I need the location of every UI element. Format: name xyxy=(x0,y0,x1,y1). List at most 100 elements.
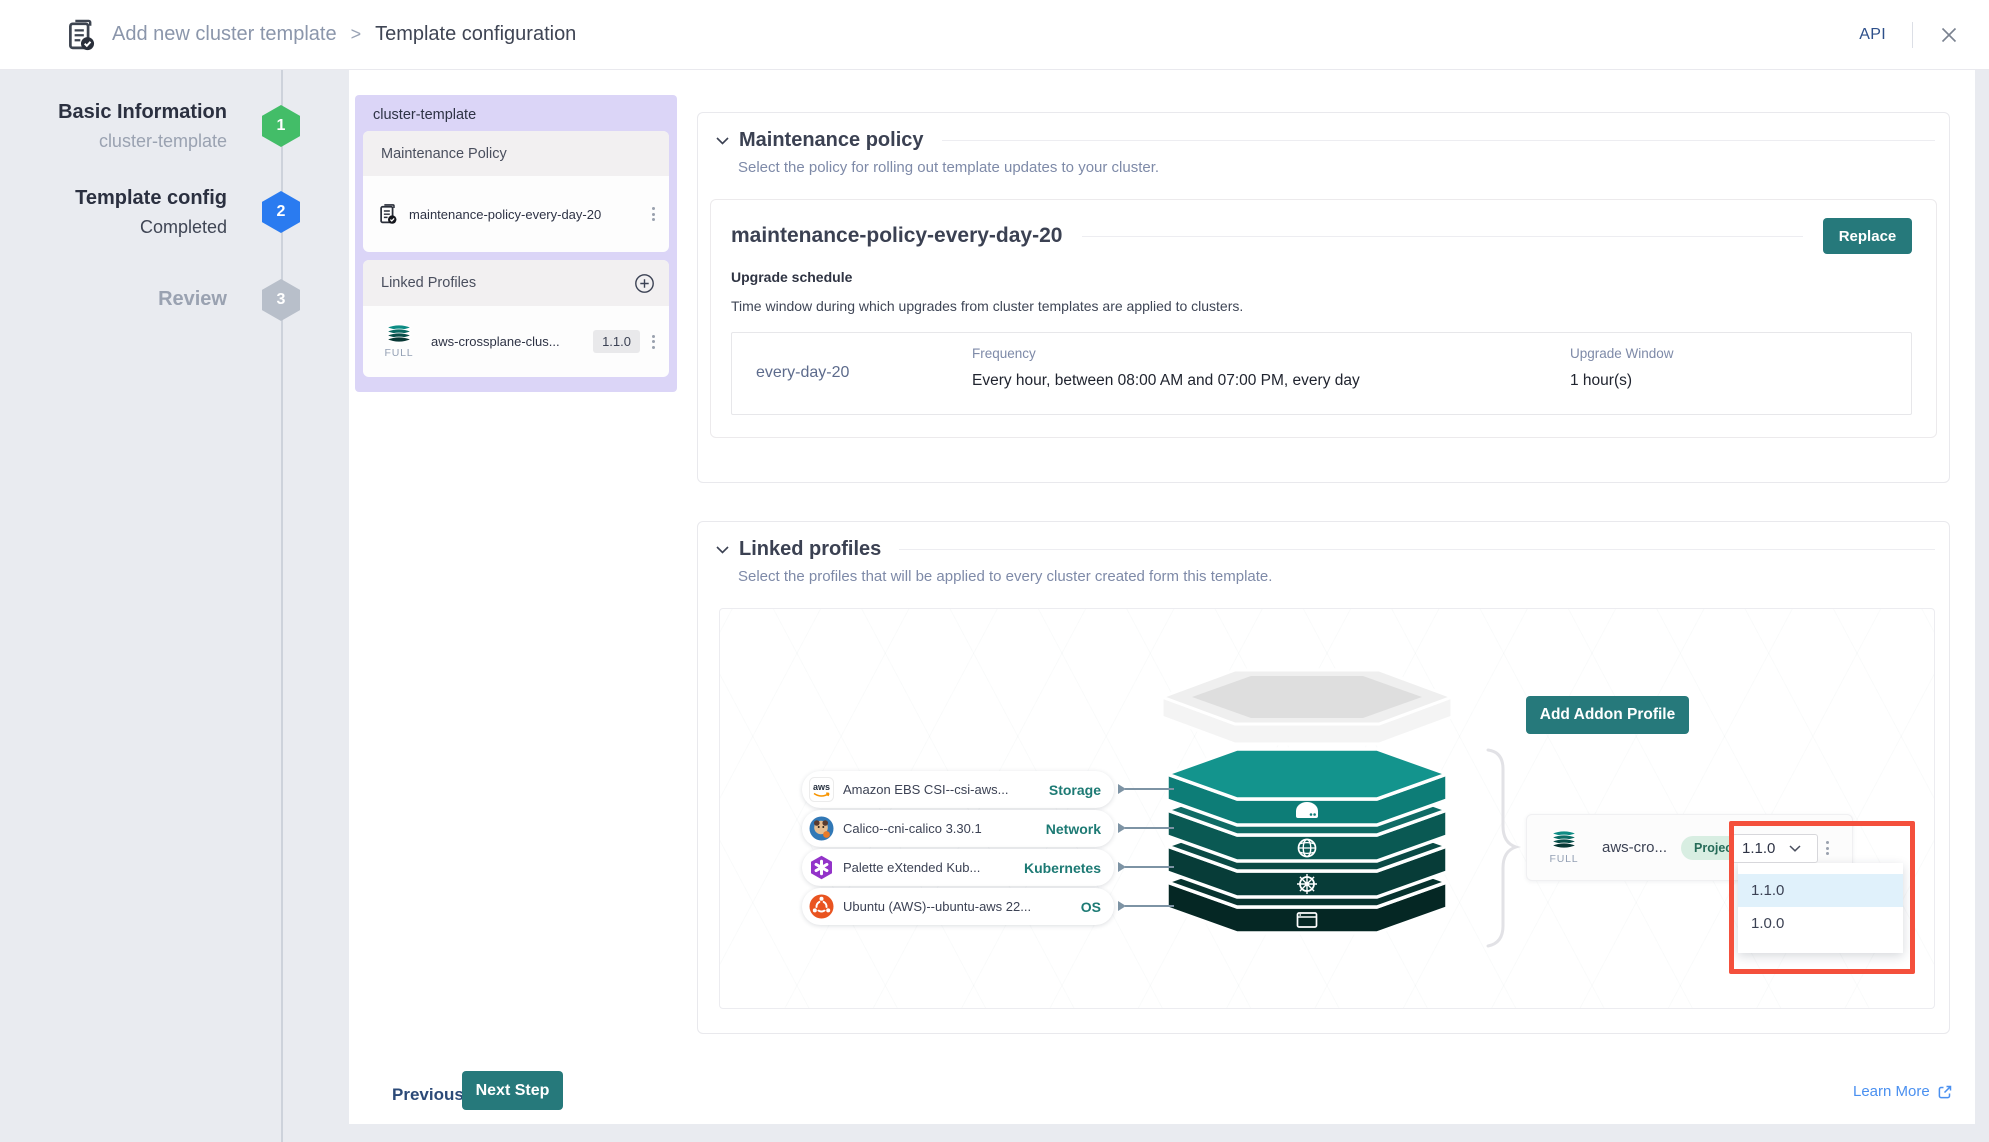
profile-layers-canvas: aws Amazon EBS CSI--csi-aws... Storage C… xyxy=(719,608,1935,1009)
step-basic-information[interactable]: Basic Information cluster-template xyxy=(58,101,227,152)
layer-category: Storage xyxy=(1049,782,1101,798)
policy-item-menu-icon[interactable] xyxy=(648,203,659,225)
selected-version: 1.1.0 xyxy=(1742,840,1775,857)
api-link[interactable]: API xyxy=(1859,26,1886,44)
version-option-1[interactable]: 1.1.0 xyxy=(1738,874,1903,907)
globe-icon xyxy=(1299,840,1316,857)
panel-title: cluster-template xyxy=(373,107,476,123)
step-title: Basic Information xyxy=(58,101,227,124)
policy-doc-icon xyxy=(377,202,399,226)
profile-type-badge: FULL xyxy=(1550,853,1579,865)
layer-category: OS xyxy=(1081,899,1101,915)
layer-pill-network[interactable]: Calico--cni-calico 3.30.1 Network xyxy=(802,810,1114,847)
cluster-template-doc-icon xyxy=(64,17,98,53)
calico-icon xyxy=(809,816,834,841)
svg-text:aws: aws xyxy=(813,782,830,792)
layer-connector xyxy=(1118,784,1174,794)
section-subtitle: Select the policy for rolling out templa… xyxy=(738,159,1935,176)
add-addon-profile-button[interactable]: Add Addon Profile xyxy=(1526,696,1689,734)
section-subtitle: Select the profiles that will be applied… xyxy=(738,568,1935,585)
step-badge-1: 1 xyxy=(262,105,300,147)
profile-version-select[interactable]: 1.1.0 xyxy=(1732,834,1818,863)
collapse-chevron-icon[interactable] xyxy=(716,546,729,554)
policy-rule xyxy=(1082,236,1803,237)
linked-profile-item[interactable]: FULL aws-crossplane-clus... 1.1.0 xyxy=(363,306,669,377)
linked-profiles-section: Linked profiles Select the profiles that… xyxy=(697,521,1950,1034)
profile-menu-icon[interactable] xyxy=(1822,837,1833,859)
schedule-row: every-day-20 Frequency Every hour, betwe… xyxy=(731,332,1912,415)
frequency-field: Frequency Every hour, between 08:00 AM a… xyxy=(972,346,1360,390)
selected-policy-card: maintenance-policy-every-day-20 Replace … xyxy=(710,199,1937,438)
addon-layer-slab[interactable] xyxy=(1162,670,1452,744)
linked-profile-version-badge: 1.1.0 xyxy=(593,330,640,353)
upgrade-window-label: Upgrade Window xyxy=(1570,346,1674,361)
ubuntu-icon xyxy=(809,894,834,919)
breadcrumb-separator: > xyxy=(351,24,362,45)
add-profile-plus-icon[interactable] xyxy=(634,273,655,294)
version-dropdown: 1.1.0 1.0.0 xyxy=(1738,863,1903,953)
upgrade-schedule-description: Time window during which upgrades from c… xyxy=(731,298,1912,314)
page-title: Template configuration xyxy=(375,23,576,46)
layer-pill-storage[interactable]: aws Amazon EBS CSI--csi-aws... Storage xyxy=(802,771,1114,808)
profile-layers-icon xyxy=(384,324,414,343)
next-step-button[interactable]: Next Step xyxy=(462,1071,563,1110)
previous-button[interactable]: Previous xyxy=(384,1079,472,1111)
chevron-down-icon xyxy=(1789,845,1801,852)
helm-wheel-icon xyxy=(1297,874,1317,894)
step-review[interactable]: Review xyxy=(158,288,227,311)
layer-category: Network xyxy=(1046,821,1101,837)
layer-name: Palette eXtended Kub... xyxy=(843,860,1024,875)
upgrade-schedule-heading: Upgrade schedule xyxy=(731,269,1912,285)
schedule-name: every-day-20 xyxy=(756,364,849,382)
section-rule xyxy=(899,549,1935,550)
step-title: Template config xyxy=(75,187,227,210)
collapse-chevron-icon[interactable] xyxy=(716,137,729,145)
close-icon[interactable] xyxy=(1939,25,1959,45)
maintenance-policy-card-header: Maintenance Policy xyxy=(381,146,507,162)
linked-profile-name: aws-crossplane-clus... xyxy=(431,334,593,349)
layer-name: Ubuntu (AWS)--ubuntu-aws 22... xyxy=(843,899,1081,914)
layer-connector xyxy=(1118,823,1174,833)
breadcrumb-parent[interactable]: Add new cluster template xyxy=(112,23,337,46)
step-badge-3: 3 xyxy=(262,279,300,321)
profile-layers-icon xyxy=(1549,830,1579,849)
profile-name: aws-cro... xyxy=(1602,839,1667,856)
upgrade-window-field: Upgrade Window 1 hour(s) xyxy=(1570,346,1674,390)
layer-category: Kubernetes xyxy=(1024,860,1101,876)
learn-more-label: Learn More xyxy=(1853,1083,1930,1100)
upgrade-window-value: 1 hour(s) xyxy=(1570,372,1674,390)
wizard-header: Add new cluster template > Template conf… xyxy=(0,0,1989,70)
layer-pill-kubernetes[interactable]: Palette eXtended Kub... Kubernetes xyxy=(802,849,1114,886)
step-subtitle: Completed xyxy=(75,217,227,238)
step-template-config[interactable]: Template config Completed xyxy=(75,187,227,238)
maintenance-policy-item[interactable]: maintenance-policy-every-day-20 xyxy=(363,176,669,252)
policy-item-name: maintenance-policy-every-day-20 xyxy=(409,207,648,222)
aws-icon: aws xyxy=(809,777,834,802)
frequency-label: Frequency xyxy=(972,346,1360,361)
learn-more-link[interactable]: Learn More xyxy=(1853,1083,1953,1100)
external-link-icon xyxy=(1937,1084,1953,1100)
linked-profiles-card-header: Linked Profiles xyxy=(381,275,476,291)
maintenance-policy-section: Maintenance policy Select the policy for… xyxy=(697,112,1950,483)
layer-pill-os[interactable]: Ubuntu (AWS)--ubuntu-aws 22... OS xyxy=(802,888,1114,925)
linked-profiles-card: Linked Profiles FULL xyxy=(363,260,669,377)
frequency-value: Every hour, between 08:00 AM and 07:00 P… xyxy=(972,372,1360,390)
layer-name: Amazon EBS CSI--csi-aws... xyxy=(843,782,1049,797)
version-option-2[interactable]: 1.0.0 xyxy=(1738,907,1903,940)
layer-name: Calico--cni-calico 3.30.1 xyxy=(843,821,1046,836)
palette-pxk-icon xyxy=(809,855,834,880)
cluster-template-panel: cluster-template Maintenance Policy main… xyxy=(355,95,677,392)
step-badge-2: 2 xyxy=(262,191,300,233)
cluster-layers-stack xyxy=(1157,652,1457,982)
replace-policy-button[interactable]: Replace xyxy=(1823,218,1912,254)
add-cluster-template-wizard: Add new cluster template > Template conf… xyxy=(0,0,1989,1142)
header-divider xyxy=(1912,22,1913,48)
step-title: Review xyxy=(158,288,227,311)
linked-profile-menu-icon[interactable] xyxy=(648,331,659,353)
maintenance-policy-card: Maintenance Policy maintenance-policy-ev… xyxy=(363,131,669,252)
storage-layer-slab[interactable] xyxy=(1167,749,1447,825)
profile-type-badge: FULL xyxy=(385,347,414,359)
section-title: Maintenance policy xyxy=(739,129,924,152)
stack-to-profile-brace xyxy=(1480,747,1530,949)
selected-policy-name: maintenance-policy-every-day-20 xyxy=(731,224,1062,248)
